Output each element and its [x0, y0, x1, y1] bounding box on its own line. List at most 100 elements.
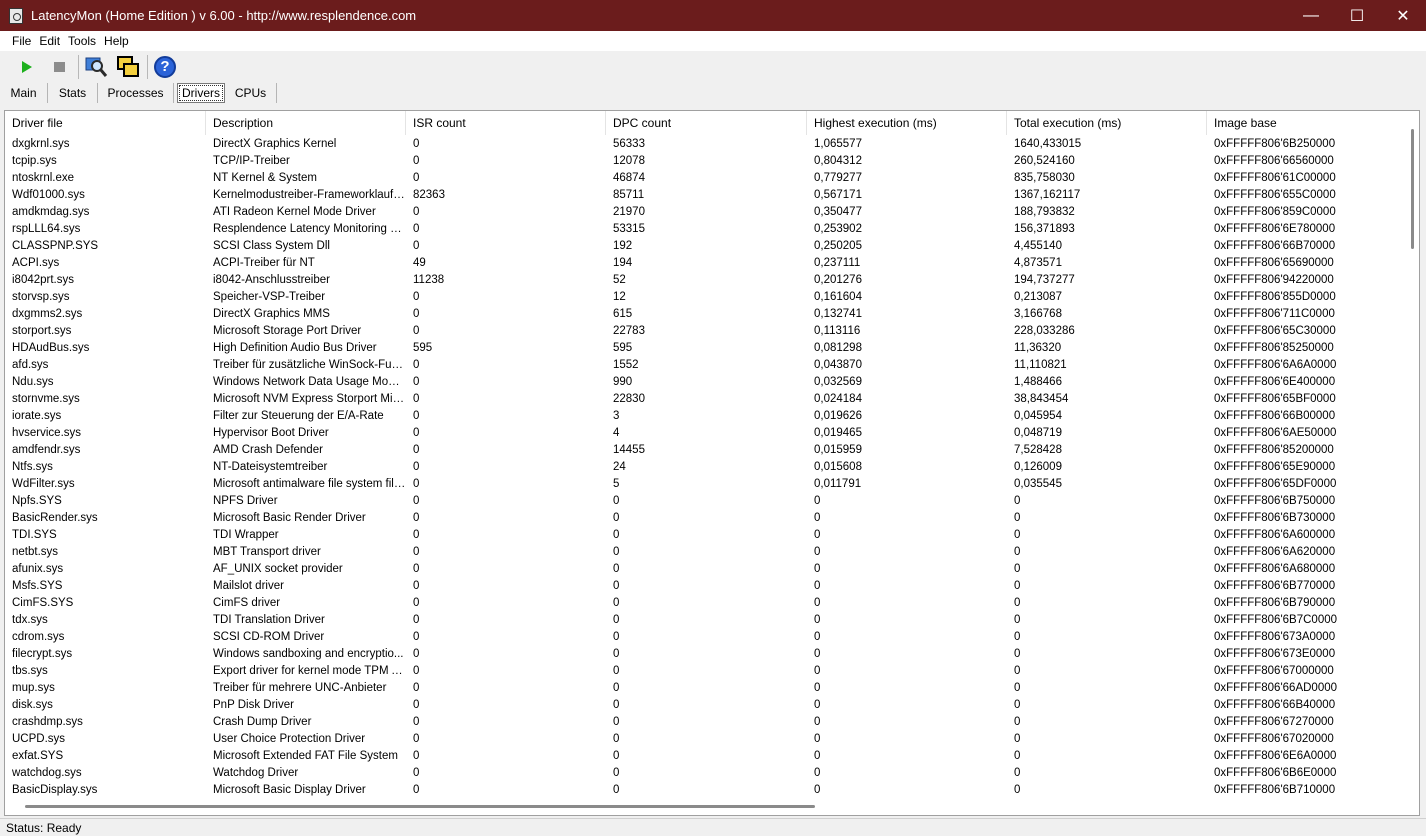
table-row[interactable]: CimFS.SYS CimFS driver 0 0 0 0 0xFFFFF806'6B79… [5, 595, 1407, 612]
table-row[interactable]: crashdmp.sys Crash Dump Driver 0 0 0 0 0xFFFFF… [5, 714, 1407, 731]
table-row[interactable]: ntoskrnl.exe NT Kernel & System 0 46874 0,77… [5, 170, 1407, 187]
table-row[interactable]: afunix.sys AF_UNIX socket provider 0 0 0 0 0xF… [5, 561, 1407, 578]
cell-total-execution: 0 [1014, 784, 1021, 796]
table-row[interactable]: netbt.sys MBT Transport driver 0 0 0 0 0xFFFFF… [5, 544, 1407, 561]
search-button[interactable] [83, 54, 109, 80]
tab-main[interactable]: Main [0, 83, 48, 103]
cell-isr-count: 0 [413, 665, 420, 677]
menu-help[interactable]: Help [100, 34, 133, 48]
table-row[interactable]: amdfendr.sys AMD Crash Defender 0 14455 0,01… [5, 442, 1407, 459]
cell-description: Microsoft Basic Display Driver [213, 784, 366, 796]
menu-file[interactable]: File [8, 34, 35, 48]
table-row[interactable]: tdx.sys TDI Translation Driver 0 0 0 0 0xFFFFF… [5, 612, 1407, 629]
table-row[interactable]: Npfs.SYS NPFS Driver 0 0 0 0 0xFFFFF806'6B7500… [5, 493, 1407, 510]
table-row[interactable]: Wdf01000.sys Kernelmodustreiber-Framework… [5, 187, 1407, 204]
table-row[interactable]: iorate.sys Filter zur Steuerung der E/A-R… [5, 408, 1407, 425]
table-row[interactable]: cdrom.sys SCSI CD-ROM Driver 0 0 0 0 0xFFFFF80… [5, 629, 1407, 646]
table-row[interactable]: afd.sys Treiber für zusätzliche WinSock-F… [5, 357, 1407, 374]
column-header-driver-file[interactable]: Driver file [5, 111, 206, 135]
vertical-scrollbar[interactable] [1406, 111, 1419, 799]
horizontal-scrollbar[interactable] [5, 798, 1407, 815]
column-header-description[interactable]: Description [206, 111, 406, 135]
cell-image-base: 0xFFFFF806'65C30000 [1214, 325, 1336, 337]
start-monitor-button[interactable] [14, 54, 40, 80]
cell-description: Windows sandboxing and encryptio... [213, 648, 404, 660]
table-row[interactable]: HDAudBus.sys High Definition Audio Bus Dr… [5, 340, 1407, 357]
cell-highest-execution: 0 [814, 767, 821, 779]
cell-isr-count: 0 [413, 325, 420, 337]
menu-edit[interactable]: Edit [35, 34, 64, 48]
table-row[interactable]: Ndu.sys Windows Network Data Usage Monit.… [5, 374, 1407, 391]
stop-monitor-button[interactable] [46, 54, 72, 80]
table-row[interactable]: storport.sys Microsoft Storage Port Drive… [5, 323, 1407, 340]
table-row[interactable]: dxgmms2.sys DirectX Graphics MMS 0 615 0,132… [5, 306, 1407, 323]
close-button[interactable]: ✕ [1380, 0, 1426, 31]
scrollbar-thumb[interactable] [1411, 129, 1414, 249]
windows-button[interactable] [115, 54, 141, 80]
cell-isr-count: 0 [413, 223, 420, 235]
cell-total-execution: 38,843454 [1014, 393, 1069, 405]
cell-driver-file: amdfendr.sys [12, 444, 81, 456]
cell-image-base: 0xFFFFF806'6A6A0000 [1214, 359, 1337, 371]
cell-driver-file: Msfs.SYS [12, 580, 63, 592]
table-row[interactable]: mup.sys Treiber für mehrere UNC-Anbieter 0… [5, 680, 1407, 697]
table-row[interactable]: tbs.sys Export driver for kernel mode TPM… [5, 663, 1407, 680]
table-row[interactable]: hvservice.sys Hypervisor Boot Driver 0 4 0,0… [5, 425, 1407, 442]
cell-image-base: 0xFFFFF806'61C00000 [1214, 172, 1336, 184]
cell-driver-file: dxgmms2.sys [12, 308, 83, 320]
table-row[interactable]: rspLLL64.sys Resplendence Latency Monitor… [5, 221, 1407, 238]
minimize-button[interactable]: — [1288, 0, 1334, 31]
table-row[interactable]: exfat.SYS Microsoft Extended FAT File Sys… [5, 748, 1407, 765]
table-row[interactable]: ACPI.sys ACPI-Treiber für NT 49 194 0,237111… [5, 255, 1407, 272]
tab-stats[interactable]: Stats [48, 83, 98, 103]
cell-isr-count: 0 [413, 172, 420, 184]
table-row[interactable]: tcpip.sys TCP/IP-Treiber 0 12078 0,804312 260… [5, 153, 1407, 170]
cell-dpc-count: 0 [613, 699, 620, 711]
cell-highest-execution: 0 [814, 750, 821, 762]
cell-highest-execution: 0,253902 [814, 223, 862, 235]
tab-processes[interactable]: Processes [98, 83, 174, 103]
table-row[interactable]: BasicDisplay.sys Microsoft Basic Display … [5, 782, 1407, 796]
table-row[interactable]: filecrypt.sys Windows sandboxing and encr… [5, 646, 1407, 663]
cell-dpc-count: 85711 [613, 189, 645, 201]
cell-description: User Choice Protection Driver [213, 733, 366, 745]
table-row[interactable]: storvsp.sys Speicher-VSP-Treiber 0 12 0,1616… [5, 289, 1407, 306]
cell-isr-count: 0 [413, 291, 420, 303]
drivers-list[interactable]: Driver file Description ISR count DPC co… [4, 110, 1420, 816]
maximize-button[interactable]: ☐ [1334, 0, 1380, 31]
help-button[interactable]: ? [152, 54, 178, 80]
column-header-total-execution[interactable]: Total execution (ms) [1007, 111, 1207, 135]
tab-cpus[interactable]: CPUs [225, 83, 277, 103]
cell-total-execution: 7,528428 [1014, 444, 1062, 456]
table-row[interactable]: dxgkrnl.sys DirectX Graphics Kernel 0 56333… [5, 136, 1407, 153]
scrollbar-thumb[interactable] [25, 805, 815, 808]
cell-isr-count: 0 [413, 478, 420, 490]
table-row[interactable]: i8042prt.sys i8042-Anschlusstreiber 11238 5… [5, 272, 1407, 289]
menu-tools[interactable]: Tools [64, 34, 100, 48]
cell-dpc-count: 3 [613, 410, 620, 422]
tab-label: Processes [107, 86, 164, 100]
table-row[interactable]: TDI.SYS TDI Wrapper 0 0 0 0 0xFFFFF806'6A60000… [5, 527, 1407, 544]
cell-image-base: 0xFFFFF806'66B70000 [1214, 240, 1336, 252]
table-row[interactable]: watchdog.sys Watchdog Driver 0 0 0 0 0xFFFFF80… [5, 765, 1407, 782]
tab-strip: Main Stats Processes Drivers CPUs [0, 82, 1426, 104]
table-row[interactable]: Ntfs.sys NT-Dateisystemtreiber 0 24 0,015608… [5, 459, 1407, 476]
column-header-isr-count[interactable]: ISR count [406, 111, 606, 135]
window-controls: — ☐ ✕ [1288, 0, 1426, 31]
table-row[interactable]: UCPD.sys User Choice Protection Driver 0 0 0… [5, 731, 1407, 748]
tab-drivers[interactable]: Drivers [177, 83, 225, 103]
cell-total-execution: 835,758030 [1014, 172, 1075, 184]
table-row[interactable]: disk.sys PnP Disk Driver 0 0 0 0 0xFFFFF806'66… [5, 697, 1407, 714]
column-header-highest-execution[interactable]: Highest execution (ms) [807, 111, 1007, 135]
table-row[interactable]: Msfs.SYS Mailslot driver 0 0 0 0 0xFFFFF806'6B… [5, 578, 1407, 595]
table-row[interactable]: BasicRender.sys Microsoft Basic Render Dr… [5, 510, 1407, 527]
column-header-image-base[interactable]: Image base [1207, 111, 1407, 135]
cell-isr-count: 49 [413, 257, 426, 269]
table-row[interactable]: WdFilter.sys Microsoft antimalware file s… [5, 476, 1407, 493]
table-row[interactable]: CLASSPNP.SYS SCSI Class System Dll 0 192 0,2… [5, 238, 1407, 255]
window-title: LatencyMon (Home Edition ) v 6.00 - http… [31, 8, 417, 23]
column-header-dpc-count[interactable]: DPC count [606, 111, 807, 135]
cell-image-base: 0xFFFFF806'66560000 [1214, 155, 1334, 167]
table-row[interactable]: amdkmdag.sys ATI Radeon Kernel Mode Drive… [5, 204, 1407, 221]
table-row[interactable]: stornvme.sys Microsoft NVM Express Storpo… [5, 391, 1407, 408]
